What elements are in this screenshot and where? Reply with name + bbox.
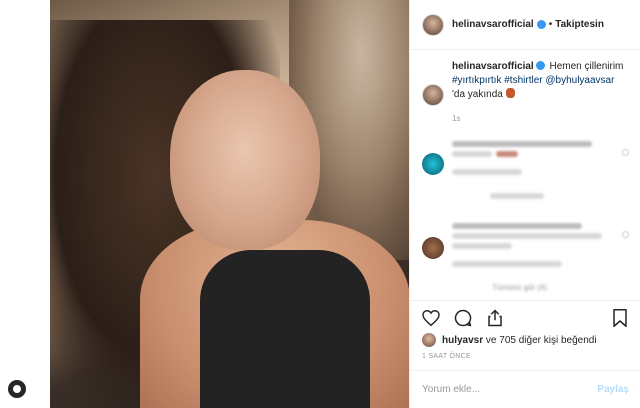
comment-like-icon[interactable] bbox=[622, 231, 629, 238]
load-more-replies[interactable]: Tümünü gör (4) bbox=[492, 283, 547, 292]
blurred-replies bbox=[490, 193, 544, 199]
post-photo[interactable] bbox=[50, 0, 409, 408]
photo-shirt bbox=[200, 250, 370, 408]
blurred-text bbox=[452, 151, 492, 157]
verified-badge-icon bbox=[536, 20, 546, 29]
caption-hashtag-2[interactable]: #tshirtler bbox=[504, 75, 542, 86]
caption-mention[interactable]: @byhulyaavsar bbox=[545, 75, 614, 86]
blurred-comment bbox=[422, 135, 629, 205]
caption-text-end: 'da yakında bbox=[452, 89, 503, 100]
likes-summary[interactable]: hulyavsr ve 705 diğer kişi beğendi bbox=[422, 333, 597, 347]
post-side-panel: helinavsarofficial • Takiptesin helinavs… bbox=[409, 0, 640, 408]
heart-icon[interactable] bbox=[422, 309, 440, 327]
caption-verified-icon bbox=[535, 61, 545, 70]
post-date: 1 SAAT ÖNCE bbox=[422, 353, 471, 360]
blurred-text bbox=[452, 233, 602, 239]
liker-avatar[interactable] bbox=[422, 333, 436, 347]
comment-icon[interactable] bbox=[454, 309, 472, 327]
follow-status-button[interactable]: Takiptesin bbox=[555, 19, 604, 30]
comment-form: Paylaş bbox=[410, 370, 640, 408]
post-comment-button[interactable]: Paylaş bbox=[597, 384, 629, 395]
action-bar bbox=[410, 300, 640, 334]
caption-avatar[interactable] bbox=[422, 84, 444, 106]
liker-username[interactable]: hulyavsr bbox=[442, 335, 483, 346]
likes-count-text[interactable]: ve 705 diğer kişi beğendi bbox=[486, 335, 597, 346]
caption-username[interactable]: helinavsarofficial bbox=[452, 61, 534, 72]
author-avatar[interactable] bbox=[422, 13, 444, 36]
left-margin bbox=[0, 0, 50, 408]
post-header: helinavsarofficial • Takiptesin bbox=[410, 0, 640, 50]
blurred-text bbox=[452, 243, 512, 249]
profile-nav-icon[interactable] bbox=[8, 380, 26, 398]
blurred-text bbox=[452, 223, 582, 229]
caption-time: 1s bbox=[452, 114, 461, 123]
emoji-icon bbox=[505, 88, 515, 98]
author-username[interactable]: helinavsarofficial bbox=[452, 19, 534, 30]
caption-hashtag-1[interactable]: #yırtıkpırtık bbox=[452, 75, 501, 86]
header-separator: • bbox=[548, 19, 553, 30]
blurred-text bbox=[452, 141, 592, 147]
bookmark-icon[interactable] bbox=[611, 308, 629, 327]
comments-list[interactable]: helinavsarofficial Hemen çillenirim #yır… bbox=[410, 50, 640, 294]
caption-text: helinavsarofficial Hemen çillenirim #yır… bbox=[452, 60, 629, 106]
commenter-avatar[interactable] bbox=[422, 237, 444, 259]
blurred-meta bbox=[452, 261, 562, 267]
comment-input[interactable] bbox=[422, 384, 598, 395]
blurred-comment: Tümünü gör (4) bbox=[422, 217, 629, 294]
caption-text-start: Hemen çillenirim bbox=[549, 61, 624, 72]
instagram-post-view: helinavsarofficial • Takiptesin helinavs… bbox=[0, 0, 640, 408]
commenter-avatar[interactable] bbox=[422, 153, 444, 175]
blurred-emoji bbox=[496, 151, 518, 157]
photo-face bbox=[170, 70, 320, 250]
share-icon[interactable] bbox=[486, 308, 504, 327]
caption: helinavsarofficial Hemen çillenirim #yır… bbox=[422, 60, 629, 106]
blurred-meta bbox=[452, 169, 522, 175]
comment-like-icon[interactable] bbox=[622, 149, 629, 156]
